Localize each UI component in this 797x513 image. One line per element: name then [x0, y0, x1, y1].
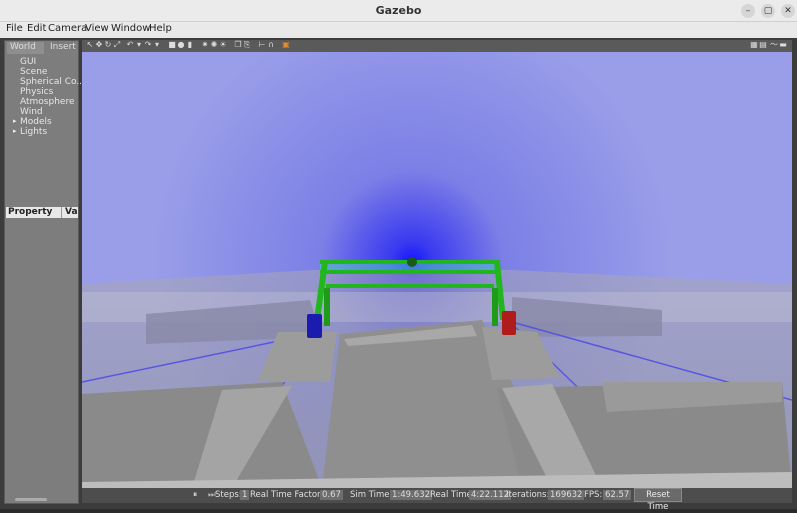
- world-panel: World Insert GUI Scene Spherical Co... P…: [4, 40, 85, 504]
- scale-mode-icon[interactable]: ⤢: [113, 41, 121, 49]
- rotate-mode-icon[interactable]: ↻: [104, 41, 112, 49]
- box-shape-icon[interactable]: ■: [168, 41, 176, 49]
- menu-help[interactable]: Help: [149, 23, 172, 34]
- spot-light-icon[interactable]: ✺: [210, 41, 218, 49]
- tree-item-models[interactable]: Models: [20, 117, 52, 127]
- pause-icon[interactable]: ⏸: [193, 490, 197, 500]
- tree-item-atmosphere[interactable]: Atmosphere: [20, 97, 74, 107]
- tree-item-spherical-coordinates[interactable]: Spherical Co...: [20, 77, 85, 87]
- property-column-header: Property: [8, 207, 53, 217]
- tree-item-physics[interactable]: Physics: [20, 87, 53, 97]
- expand-arrow-icon[interactable]: ▸: [13, 117, 17, 125]
- robot-sensor: [407, 257, 417, 267]
- 3d-viewport[interactable]: [82, 52, 792, 488]
- close-button[interactable]: ✕: [781, 4, 795, 18]
- robot-bar: [326, 284, 494, 288]
- robot-right-strut: [492, 288, 498, 326]
- real-time-value: 4:22.112: [469, 490, 512, 500]
- menu-view[interactable]: View: [85, 23, 109, 34]
- tree-item-lights[interactable]: Lights: [20, 127, 47, 137]
- menu-window[interactable]: Window: [111, 23, 150, 34]
- menu-camera[interactable]: Camera: [48, 23, 87, 34]
- window-title: Gazebo: [375, 4, 422, 17]
- menu-bar: File Edit Camera View Window Help: [0, 22, 797, 38]
- tab-insert[interactable]: Insert: [47, 42, 79, 54]
- expand-arrow-icon[interactable]: ▸: [13, 127, 17, 135]
- gazebo-window: Gazebo – ▢ ✕ File Edit Camera View Windo…: [0, 0, 797, 512]
- screenshot-icon[interactable]: ▦: [750, 41, 758, 49]
- fps-value: 62.57: [603, 490, 632, 500]
- iterations-label: Iterations:: [506, 490, 550, 500]
- redo-icon[interactable]: ↷: [144, 41, 152, 49]
- status-bar: ⏸ ⏭ Steps: 1 Real Time Factor: 0.67 Sim …: [82, 488, 792, 512]
- scene-render: [82, 52, 792, 488]
- paste-icon[interactable]: ⎘: [243, 41, 251, 49]
- point-light-icon[interactable]: ✷: [201, 41, 209, 49]
- steps-label: Steps:: [215, 490, 242, 500]
- title-bar: Gazebo – ▢ ✕: [0, 0, 797, 22]
- directional-light-icon[interactable]: ☀: [219, 41, 227, 49]
- left-wheel: [307, 314, 322, 338]
- undo-icon[interactable]: ↶: [126, 41, 134, 49]
- real-time-label: Real Time:: [430, 490, 475, 500]
- sim-time-value: 1:49.632: [390, 490, 433, 500]
- plot-icon[interactable]: 〜: [770, 41, 778, 49]
- tree-item-scene[interactable]: Scene: [20, 67, 47, 77]
- column-divider[interactable]: [61, 207, 62, 218]
- align-icon[interactable]: ⊢: [258, 41, 266, 49]
- cylinder-shape-icon[interactable]: ▮: [186, 41, 194, 49]
- steps-value[interactable]: 1: [240, 490, 250, 500]
- rtf-label: Real Time Factor:: [250, 490, 324, 500]
- redo-history-icon[interactable]: ▾: [153, 41, 161, 49]
- reset-time-button[interactable]: Reset Time: [634, 488, 682, 512]
- log-icon[interactable]: ▤: [759, 41, 767, 49]
- maximize-button[interactable]: ▢: [761, 4, 775, 18]
- menu-edit[interactable]: Edit: [27, 23, 46, 34]
- toolbar: ↖ ✥ ↻ ⤢ ↶ ▾ ↷ ▾ ■ ● ▮ ✷ ✺ ☀ ❐ ⎘ ⊢ ∩ ▣ ▦ …: [82, 40, 792, 52]
- translate-mode-icon[interactable]: ✥: [95, 41, 103, 49]
- tree-item-gui[interactable]: GUI: [20, 57, 36, 67]
- horizontal-scrollbar[interactable]: [15, 498, 47, 501]
- sphere-shape-icon[interactable]: ●: [177, 41, 185, 49]
- copy-icon[interactable]: ❐: [234, 41, 242, 49]
- fps-label: FPS:: [584, 490, 603, 500]
- sim-time-label: Sim Time:: [350, 490, 393, 500]
- change-view-icon[interactable]: ▣: [282, 41, 290, 49]
- menu-file[interactable]: File: [6, 23, 23, 34]
- video-record-icon[interactable]: ▬: [779, 41, 787, 49]
- undo-history-icon[interactable]: ▾: [135, 41, 143, 49]
- select-mode-icon[interactable]: ↖: [86, 41, 94, 49]
- robot-left-strut: [324, 288, 330, 326]
- rtf-value: 0.67: [320, 490, 343, 500]
- tab-world[interactable]: World: [7, 42, 44, 54]
- property-table-header: Property Va: [6, 207, 78, 218]
- value-column-header: Va: [65, 207, 78, 217]
- right-wheel: [502, 311, 516, 335]
- robot-bar: [320, 270, 500, 274]
- snap-icon[interactable]: ∩: [267, 41, 275, 49]
- iterations-value: 169632: [548, 490, 585, 500]
- minimize-button[interactable]: –: [741, 4, 755, 18]
- tree-item-wind[interactable]: Wind: [20, 107, 43, 117]
